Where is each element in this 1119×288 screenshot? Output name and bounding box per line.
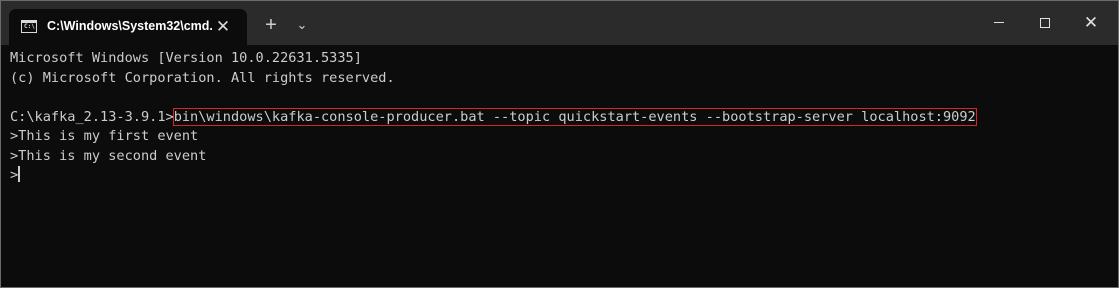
title-bar[interactable]: C:\ C:\Windows\System32\cmd.e ✕ + ⌄ ✕ [1,1,1118,45]
new-tab-button[interactable]: + [259,13,283,37]
command-line: C:\kafka_2.13-3.9.1>bin\windows\kafka-co… [10,107,1118,128]
console-line: Microsoft Windows [Version 10.0.22631.53… [10,50,362,66]
cmd-window: C:\ C:\Windows\System32\cmd.e ✕ + ⌄ ✕ Mi… [0,0,1119,288]
highlighted-command: bin\windows\kafka-console-producer.bat -… [172,107,977,126]
chevron-down-icon[interactable]: ⌄ [290,13,314,37]
maximize-button[interactable] [1022,1,1068,45]
tab-title: C:\Windows\System32\cmd.e [47,19,212,33]
input-line[interactable]: > [10,166,1118,186]
cmd-icon: C:\ [21,20,37,33]
close-window-button[interactable]: ✕ [1068,1,1114,45]
close-tab-icon[interactable]: ✕ [211,15,235,39]
console-output[interactable]: Microsoft Windows [Version 10.0.22631.53… [1,45,1118,287]
minimize-icon [994,22,1004,23]
console-line: (c) Microsoft Corporation. All rights re… [10,69,395,86]
maximize-icon [1040,18,1050,28]
console-line: >This is my first event [10,128,199,144]
input-prompt: > [10,167,19,183]
minimize-button[interactable] [976,1,1022,45]
prompt-text: C:\kafka_2.13-3.9.1> [10,108,174,125]
tab-cmd[interactable]: C:\ C:\Windows\System32\cmd.e ✕ [9,9,247,45]
text-cursor [18,166,21,182]
console-line: >This is my second event [10,147,207,164]
